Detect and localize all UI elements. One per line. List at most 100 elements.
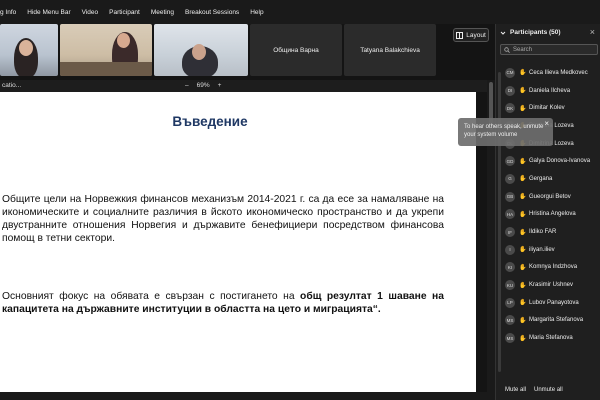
share-toolbar: catio... – 69% + [0,80,487,92]
menu-help[interactable]: Help [250,9,263,16]
unmute-all-button[interactable]: Unmute all [534,387,563,393]
avatar: I [505,244,515,255]
muted-mic-icon: ✋ [519,282,527,289]
menu-meeting[interactable]: Meeting [151,9,174,16]
avatar: GB [505,191,515,202]
participant-row[interactable]: GB ✋ Gueorgui Betov [496,188,600,206]
participant-name: Hristina Angelova [529,211,576,218]
menu-bar: g Info Hide Menu Bar Video Participant M… [0,0,600,24]
menu-info[interactable]: g Info [0,9,16,16]
slide-paragraph-2-text: Основният фокус на обявата е свързан с п… [2,291,301,302]
muted-mic-icon: ✋ [519,194,527,201]
participant-row[interactable]: HA ✋ Hristina Angelova [496,206,600,224]
video-tile-camera[interactable] [60,24,152,76]
participant-name: Gergana [529,175,553,182]
menu-participant[interactable]: Participant [109,9,140,16]
muted-mic-icon: ✋ [519,158,527,165]
participant-list: CM ✋ Ceca Ilieva Medkovec DI ✋ Daniela Ilche… [496,64,600,376]
zoom-out-button[interactable]: – [185,82,189,89]
avatar: KU [505,280,515,291]
video-tile-name-only[interactable]: Tatyana Balakchieva [344,24,436,76]
participant-search-input[interactable]: Search [500,44,598,55]
participant-name: Komnya Indzhova [529,264,578,271]
slide-title: Въведение [172,114,248,129]
participant-name: Galya Donova-Ivanova [529,158,591,165]
audio-tooltip: To hear others speak, unmute your system… [458,118,553,146]
participant-row[interactable]: KI ✋ Komnya Indzhova [496,259,600,277]
avatar: GD [505,156,515,167]
participant-face [117,33,130,48]
slide-paragraph-1: Общите цели на Норвежкия финансов механи… [2,194,444,244]
avatar: MS [505,315,515,326]
tooltip-text: To hear others speak, unmute your system… [464,124,544,138]
avatar: MS [505,333,515,344]
avatar: HA [505,209,515,220]
participant-row[interactable]: DI ✋ Daniela Ilcheva [496,82,600,100]
muted-mic-icon: ✋ [519,105,527,112]
avatar: IF [505,227,515,238]
video-tile-camera[interactable] [0,24,58,76]
participants-header[interactable]: Participants (50) [500,29,561,36]
participants-footer: Mute all Unmute all [496,379,600,400]
participant-row[interactable]: KU ✋ Krasimir Ushnev [496,276,600,294]
search-icon [504,46,510,53]
shared-slide: Въведение Общите цели на Норвежкия финан… [0,92,476,392]
shared-content-label: catio... [2,82,22,89]
slide-paragraph-2: Основният фокус на обявата е свързан с п… [2,290,444,316]
participants-title: Participants (50) [510,29,561,36]
participant-face [192,44,206,60]
participant-row[interactable]: MS ✋ Margarita Stefanova [496,312,600,330]
close-icon[interactable]: × [544,120,549,128]
avatar: CM [505,67,515,78]
menu-breakout-sessions[interactable]: Breakout Sessions [185,9,239,16]
participant-row[interactable]: I ✋ iliyan.iliev [496,241,600,259]
avatar: LP [505,297,515,308]
menu-hide-menu-bar[interactable]: Hide Menu Bar [27,9,70,16]
participant-row[interactable]: CM ✋ Ceca Ilieva Medkovec [496,64,600,82]
video-tile-name-only[interactable]: Община Варна [250,24,342,76]
participant-row[interactable]: MS ✋ Maria Stefanova [496,329,600,347]
search-placeholder: Search [513,46,533,53]
muted-mic-icon: ✋ [519,229,527,236]
video-tile-camera[interactable] [154,24,248,76]
participant-name: Ildiko FAR [529,229,557,236]
participant-name: Daniela Ilcheva [529,87,571,94]
muted-mic-icon: ✋ [519,317,527,324]
participant-name: Maria Stefanova [529,335,573,342]
zoom-controls: – 69% + [185,82,221,89]
participant-row[interactable]: DK ✋ Dimitar Kolev [496,99,600,117]
mute-all-button[interactable]: Mute all [505,387,526,393]
participant-row[interactable]: LP ✋ Lubov Panayotova [496,294,600,312]
layout-button[interactable]: Layout [453,28,489,42]
participant-name: Krasimir Ushnev [529,282,574,289]
video-strip: Община Варна Tatyana Balakchieva [0,24,500,80]
avatar: DI [505,85,515,96]
participant-tile-name: Община Варна [273,46,319,54]
participant-name: iliyan.iliev [529,246,555,253]
participant-row[interactable]: IF ✋ Ildiko FAR [496,223,600,241]
participant-row[interactable]: G ✋ Gergana [496,170,600,188]
participant-name: Dimitar Kolev [529,105,565,112]
muted-mic-icon: ✋ [519,247,527,254]
close-icon[interactable]: × [590,27,595,37]
participant-name: Ceca Ilieva Medkovec [529,69,588,76]
muted-mic-icon: ✋ [519,88,527,95]
participant-face [19,40,33,56]
layout-icon [456,31,464,39]
desk [60,62,152,76]
menu-video[interactable]: Video [82,9,99,16]
muted-mic-icon: ✋ [519,70,527,77]
participant-name: Lubov Panayotova [529,299,579,306]
participant-row[interactable]: GD ✋ Galya Donova-Ivanova [496,152,600,170]
muted-mic-icon: ✋ [519,300,527,307]
muted-mic-icon: ✋ [519,211,527,218]
participant-name: Margarita Stefanova [529,317,584,324]
muted-mic-icon: ✋ [519,264,527,271]
avatar: DK [505,103,515,114]
chevron-down-icon [500,31,506,35]
avatar: G [505,173,515,184]
zoom-in-button[interactable]: + [218,82,222,89]
layout-label: Layout [466,31,486,39]
muted-mic-icon: ✋ [519,335,527,342]
zoom-level: 69% [196,82,210,89]
